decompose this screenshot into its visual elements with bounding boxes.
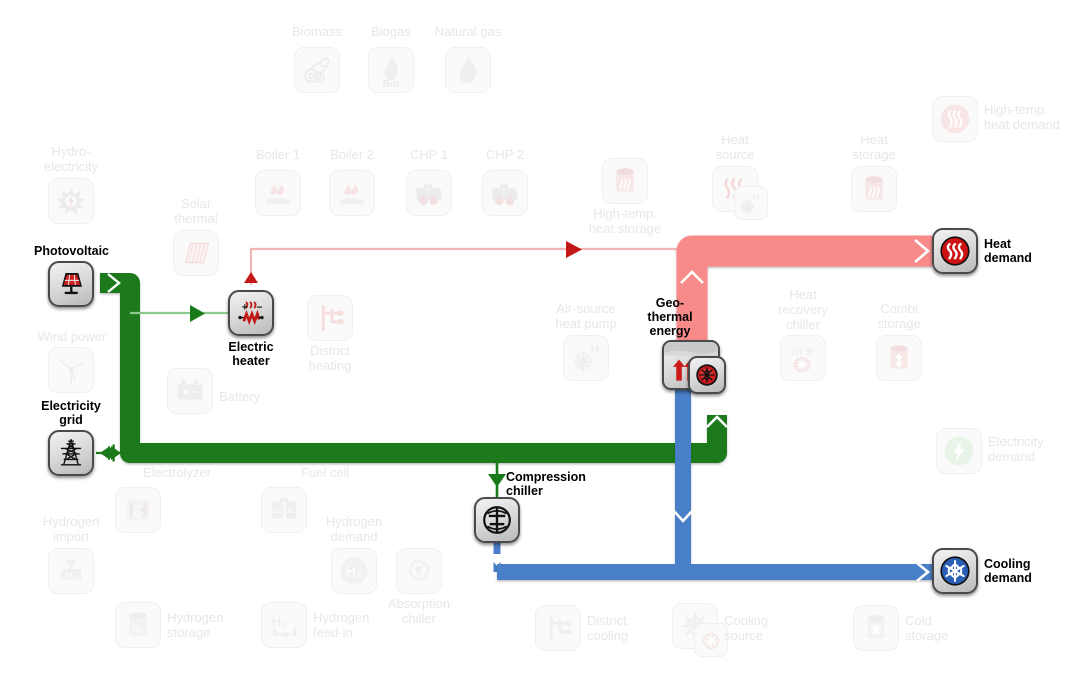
svg-text:H₂: H₂: [141, 507, 149, 514]
ghost-label-heat-storage: Heat storage: [852, 132, 896, 162]
ghost-label-hydrogen-demand: Hydrogen demand: [325, 514, 383, 544]
electric-heater-icon: + −: [228, 290, 274, 336]
wind-turbine-icon: [48, 347, 94, 393]
ghost-label-fuel-cell: Fuel cell: [301, 465, 350, 480]
flow-compression-chiller-to-cooling-bus: [487, 538, 507, 572]
ghost-label-heat-recovery-chiller: Heat recovery chiller: [778, 287, 828, 332]
heat-waves-icon: [932, 228, 978, 274]
label-electricity-grid: Electricity grid: [41, 399, 101, 427]
ghost-label-hydrogen-import: Hydrogen import: [42, 514, 100, 544]
ghost-label-air-source-heat-pump: Air-source heat pump: [555, 301, 617, 331]
svg-text:M: M: [416, 569, 422, 578]
turbine-icon: [48, 178, 94, 224]
ghost-label-hydrogen-feed-in: Hydrogen feed-in: [313, 610, 370, 640]
chp-engine-icon: [406, 170, 452, 216]
ghost-label-wind-power: Wind power: [37, 329, 107, 344]
svg-text:H₂: H₂: [288, 508, 296, 515]
cooling-flow-arrow-down: [672, 509, 694, 523]
flow-grid-to-bus: [96, 444, 130, 462]
ghost-label-electricity-demand: Electricity demand: [988, 434, 1044, 464]
label-cooling-demand: Cooling demand: [984, 557, 1032, 585]
ghost-label-high-temp-heat-demand: High-temp. heat demand: [984, 102, 1060, 132]
compression-chiller-icon: [474, 497, 520, 543]
biogas-flame-icon: Bio: [368, 47, 414, 93]
gas-flame-icon: [445, 47, 491, 93]
ghost-label-boiler-1: Boiler 1: [255, 147, 301, 162]
ghost-label-cooling-source: Cooling source: [724, 613, 769, 643]
svg-text:Bio: Bio: [383, 78, 401, 90]
svg-text:O₂: O₂: [273, 508, 281, 515]
solar-panel-icon: [48, 261, 94, 307]
heat-storage-tank-icon: [851, 166, 897, 212]
h2-round-icon: H₂: [331, 548, 377, 594]
ghost-label-hydro-electricity: Hydro- electricity: [43, 144, 99, 174]
h2-valve-icon: H₂: [48, 548, 94, 594]
biomass-logs-icon: [294, 47, 340, 93]
energy-system-diagram-canvas[interactable]: Biomass Bio Biogas Natural gas Hydro- el…: [0, 0, 1075, 675]
cold-storage-tank-icon: [853, 605, 899, 651]
heat-recovery-chiller-icon: [780, 335, 826, 381]
label-compression-chiller: Compression chiller: [506, 470, 586, 498]
ghost-label-chp-2: CHP 2: [485, 147, 525, 162]
h2-feedin-icon: H₂: [261, 602, 307, 648]
label-electric-heater: Electric heater: [228, 340, 274, 368]
ghost-label-electrolyzer: Electrolyzer: [143, 465, 211, 480]
combi-storage-icon: [876, 335, 922, 381]
label-heat-demand: Heat demand: [984, 237, 1032, 265]
electrolyzer-icon: H₂: [115, 487, 161, 533]
battery-icon: [167, 368, 213, 414]
ghost-label-solar-thermal: Solar thermal: [174, 196, 218, 226]
label-photovoltaic: Photovoltaic: [34, 244, 110, 258]
svg-text:H₂: H₂: [65, 571, 76, 582]
heat-pump-small-icon: [734, 186, 768, 220]
ghost-label-high-temp-heat-storage: High-temp. heat storage: [588, 206, 662, 236]
heat-flow-arrow-up-geothermal: [680, 270, 704, 284]
ghost-label-chp-1: CHP 1: [409, 147, 449, 162]
boiler-icon: [255, 170, 301, 216]
heat-pump-icon: [688, 356, 726, 394]
heat-pump-icon: [563, 335, 609, 381]
heat-storage-tank-icon: [602, 158, 648, 204]
fuel-cell-icon: O₂ H₂: [261, 487, 307, 533]
district-network-icon: [307, 295, 353, 341]
ghost-label-cold-storage: Cold storage: [905, 613, 949, 643]
ghost-label-heat-source: Heat source: [715, 132, 755, 162]
bolt-round-icon: [936, 428, 982, 474]
svg-text:H₂: H₂: [272, 614, 288, 629]
snowflake-icon: [932, 548, 978, 594]
ghost-label-biogas: Biogas: [371, 24, 411, 39]
boiler-icon: [329, 170, 375, 216]
h2-tank-icon: H₂: [115, 602, 161, 648]
absorption-chiller-icon: M: [396, 548, 442, 594]
chp-engine-icon: [482, 170, 528, 216]
ghost-label-natural-gas: Natural gas: [434, 24, 502, 39]
power-pylon-icon: [48, 430, 94, 476]
ghost-label-combi-storage: Combi storage: [877, 301, 921, 331]
flow-electric-heater-to-heat-bus: [244, 241, 690, 285]
cooling-flow-arrow-into-demand: [916, 561, 931, 583]
electricity-flow-arrow-to-heat-pump: [706, 415, 728, 428]
svg-text:H₂: H₂: [132, 624, 145, 636]
solar-collector-icon: [173, 230, 219, 276]
electricity-flow-arrow-from-pv: [107, 273, 121, 293]
ghost-label-district-heating: District heating: [308, 343, 352, 373]
heat-waves-round-icon: [932, 96, 978, 142]
label-geothermal-energy: Geo- thermal energy: [647, 296, 693, 338]
district-network-icon: [535, 605, 581, 651]
cooling-source-small-icon: [694, 623, 728, 657]
ghost-label-boiler-2: Boiler 2: [329, 147, 375, 162]
ghost-label-battery: Battery: [219, 389, 261, 404]
heat-flow-arrow-into-demand: [914, 239, 931, 263]
flow-bus-to-compression-chiller: [488, 453, 506, 497]
svg-text:H₂: H₂: [346, 565, 363, 581]
flow-bus-to-electric-heater: [130, 305, 228, 322]
